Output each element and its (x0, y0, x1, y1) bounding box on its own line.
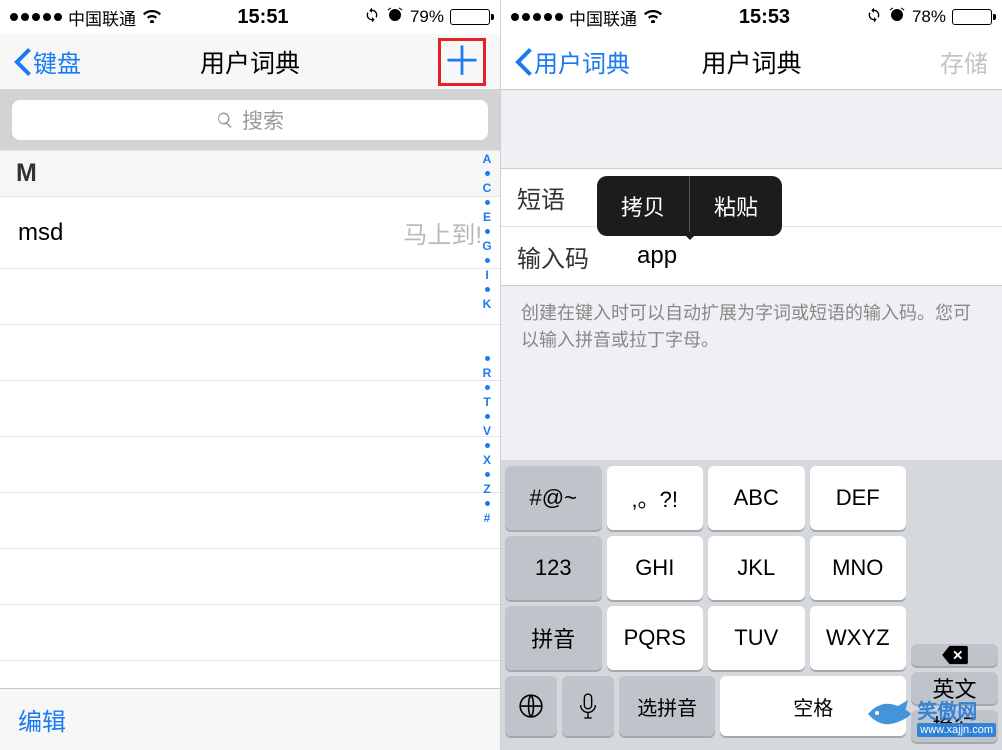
bottom-toolbar: 编辑 (0, 688, 500, 750)
screen-dictionary-list: 中国联通 15:51 79% 键盘 用户词典 ＋ (0, 0, 501, 750)
signal-dots-icon (10, 13, 62, 21)
key-select-pinyin[interactable]: 选拼音 (619, 676, 716, 736)
carrier-label: 中国联通 (569, 5, 637, 30)
dictionary-list: M msd 马上到! A C E G I K R T (0, 150, 500, 688)
key-mno[interactable]: MNO (810, 536, 907, 600)
key-wxyz[interactable]: WXYZ (810, 606, 907, 670)
key-123[interactable]: 123 (505, 536, 602, 600)
magnify-icon (216, 111, 234, 129)
key-def[interactable]: DEF (810, 466, 907, 530)
nav-bar: 用户词典 用户词典 存储 (501, 34, 1002, 90)
helper-text: 创建在键入时可以自动扩展为字词或短语的输入码。您可以输入拼音或拉丁字母。 (501, 286, 1002, 368)
key-globe[interactable] (505, 676, 557, 736)
add-button-highlight: ＋ (438, 38, 486, 86)
watermark: 笑傲网 www.xajjn.com (863, 694, 996, 744)
entry-phrase: 马上到! (403, 215, 482, 250)
carrier-label: 中国联通 (68, 5, 136, 30)
battery-icon (952, 9, 992, 25)
globe-icon (518, 693, 544, 719)
page-title: 用户词典 (701, 44, 801, 80)
list-row (0, 493, 500, 549)
search-input[interactable]: 搜索 (12, 100, 488, 140)
context-menu: 拷贝 粘贴 (597, 176, 782, 236)
list-row (0, 325, 500, 381)
battery-icon (450, 9, 490, 25)
loop-icon (866, 7, 882, 28)
entry-code: msd (18, 219, 63, 247)
code-label: 输入码 (517, 239, 637, 274)
key-punct[interactable]: ,。?! (607, 466, 704, 530)
watermark-url: www.xajjn.com (917, 723, 996, 737)
clock-label: 15:53 (739, 6, 790, 29)
page-title: 用户词典 (200, 44, 300, 80)
watermark-name: 笑傲网 (917, 701, 996, 723)
back-button[interactable]: 用户词典 (515, 44, 630, 79)
add-button[interactable]: ＋ (442, 46, 482, 78)
key-mic[interactable] (562, 676, 614, 736)
wifi-icon (142, 7, 162, 28)
section-header: M (0, 150, 500, 197)
edit-button[interactable]: 编辑 (18, 702, 66, 737)
copy-menu-item[interactable]: 拷贝 (597, 176, 689, 236)
nav-bar: 键盘 用户词典 ＋ (0, 34, 500, 90)
mic-icon (577, 692, 599, 720)
paste-menu-item[interactable]: 粘贴 (690, 176, 782, 236)
backspace-icon (940, 644, 970, 666)
key-abc[interactable]: ABC (708, 466, 805, 530)
alarm-icon (888, 6, 906, 29)
key-tuv[interactable]: TUV (708, 606, 805, 670)
back-button[interactable]: 键盘 (14, 44, 81, 79)
code-value: app (637, 242, 677, 270)
loop-icon (364, 7, 380, 28)
list-row (0, 437, 500, 493)
list-row (0, 269, 500, 325)
fish-icon (863, 694, 913, 744)
key-jkl[interactable]: JKL (708, 536, 805, 600)
battery-percent: 79% (410, 7, 444, 27)
list-row (0, 381, 500, 437)
index-bar[interactable]: A C E G I K R T V X Z # (478, 150, 496, 688)
key-delete[interactable] (911, 644, 998, 666)
list-row (0, 605, 500, 661)
key-pqrs[interactable]: PQRS (607, 606, 704, 670)
signal-dots-icon (511, 13, 563, 21)
status-bar: 中国联通 15:51 79% (0, 0, 500, 34)
save-button[interactable]: 存储 (940, 44, 988, 79)
back-label: 用户词典 (534, 44, 630, 79)
key-symbols[interactable]: #@~ (505, 466, 602, 530)
search-placeholder: 搜索 (242, 105, 284, 135)
alarm-icon (386, 6, 404, 29)
wifi-icon (643, 7, 663, 28)
status-bar: 中国联通 15:53 78% (501, 0, 1002, 34)
dictionary-entry[interactable]: msd 马上到! (0, 197, 500, 269)
back-label: 键盘 (33, 44, 81, 79)
clock-label: 15:51 (237, 6, 288, 29)
battery-percent: 78% (912, 7, 946, 27)
search-container: 搜索 (0, 90, 500, 150)
list-row (0, 549, 500, 605)
key-ghi[interactable]: GHI (607, 536, 704, 600)
screen-dictionary-add: 中国联通 15:53 78% 用户词典 用户词典 存储 拷贝 粘 (501, 0, 1002, 750)
key-pinyin[interactable]: 拼音 (505, 606, 602, 670)
